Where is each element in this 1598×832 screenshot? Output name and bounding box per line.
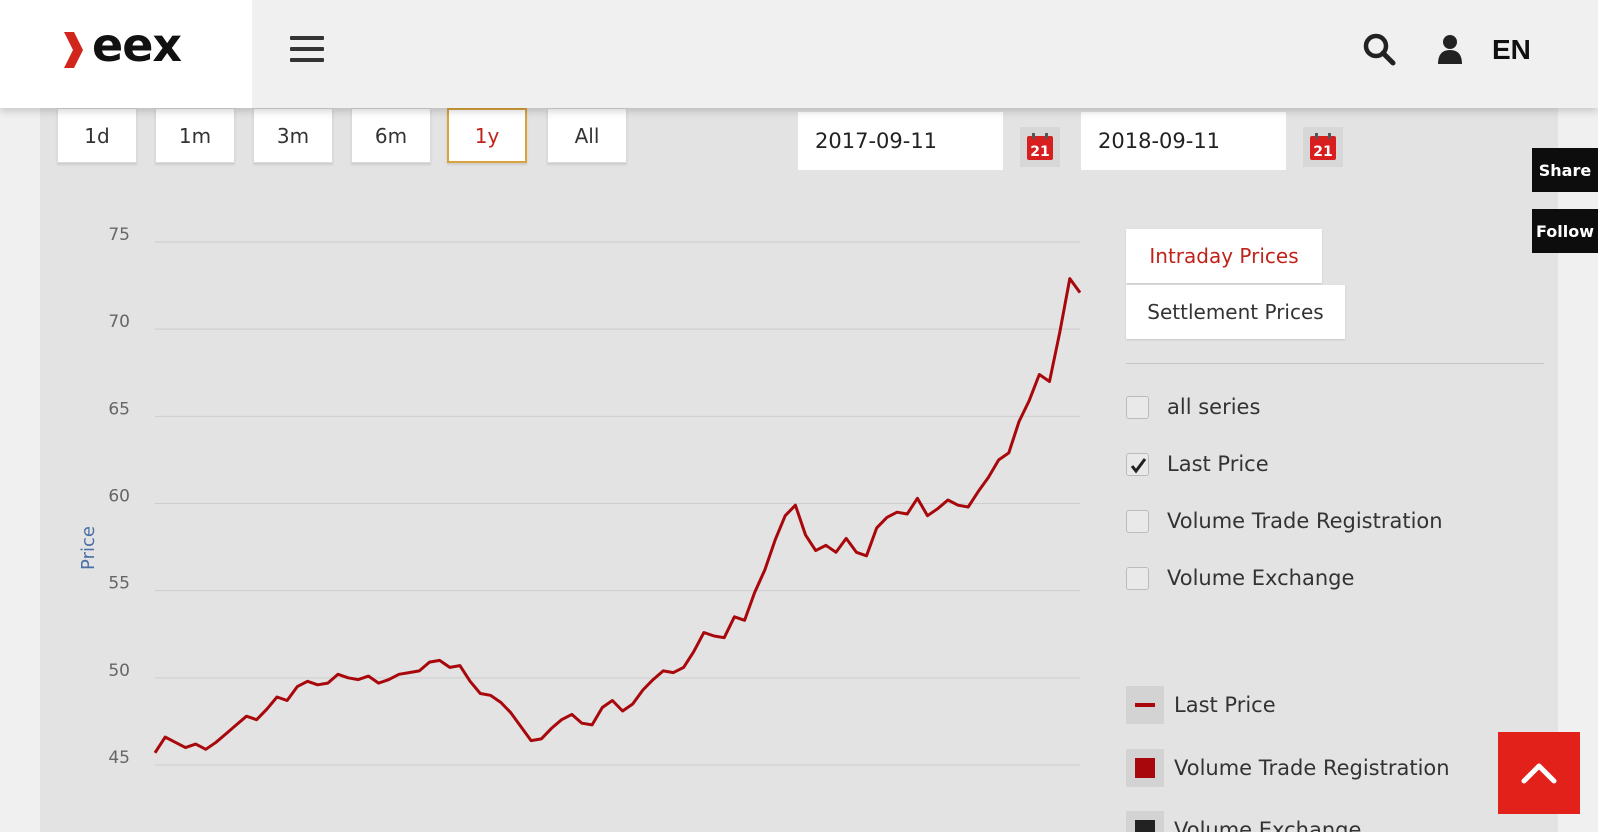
y-tick-label: 75 — [108, 225, 130, 245]
svg-text:21: 21 — [1313, 144, 1332, 160]
toggle-label: all series — [1167, 395, 1261, 419]
range-button-1d[interactable]: 1d — [57, 108, 137, 163]
date-to-input[interactable]: 2018-09-11 — [1081, 112, 1286, 170]
legend-item-volume-trade-registration[interactable]: Volume Trade Registration — [1126, 748, 1450, 788]
legend-item-last-price[interactable]: Last Price — [1126, 685, 1276, 725]
chevron-up-icon — [1521, 763, 1557, 784]
legend-item-volume-exchange[interactable]: Volume Exchange — [1126, 810, 1361, 832]
range-button-3m[interactable]: 3m — [253, 108, 333, 163]
legend-square-swatch — [1126, 749, 1164, 787]
checkbox[interactable] — [1126, 395, 1149, 419]
price-chart: 75 70 65 60 55 50 45 Price — [78, 225, 1082, 768]
language-switch[interactable]: EN — [1492, 34, 1531, 66]
y-tick-label: 50 — [108, 661, 130, 681]
logo-text: eex — [92, 18, 182, 72]
range-button-all[interactable]: All — [547, 108, 627, 163]
toggle-last-price[interactable]: Last Price — [1126, 449, 1269, 479]
toggle-label: Volume Exchange — [1167, 566, 1355, 590]
y-tick-label: 60 — [108, 487, 130, 507]
site-header: eex EN — [0, 0, 1598, 108]
svg-text:21: 21 — [1030, 144, 1049, 160]
share-button[interactable]: Share — [1532, 148, 1598, 192]
checkbox-checked[interactable] — [1126, 452, 1149, 476]
follow-button[interactable]: Follow — [1532, 209, 1598, 253]
menu-icon[interactable] — [290, 36, 324, 64]
date-from-input[interactable]: 2017-09-11 — [798, 112, 1003, 170]
search-icon[interactable] — [1362, 32, 1396, 66]
toggle-all-series[interactable]: all series — [1126, 392, 1260, 422]
y-tick-label: 55 — [108, 574, 130, 594]
checkmark-icon — [1130, 457, 1147, 473]
toggle-volume-exchange[interactable]: Volume Exchange — [1126, 563, 1354, 593]
series-line-last-price — [153, 277, 1082, 754]
y-tick-label: 45 — [108, 748, 130, 768]
legend-label: Volume Exchange — [1174, 818, 1362, 832]
toggle-label: Volume Trade Registration — [1167, 509, 1443, 533]
range-button-1m[interactable]: 1m — [155, 108, 235, 163]
logo-chevron-icon — [64, 32, 83, 68]
logo[interactable]: eex — [0, 0, 252, 108]
user-icon[interactable] — [1436, 34, 1464, 64]
calendar-to-icon: 21 — [1310, 133, 1336, 160]
range-button-6m[interactable]: 6m — [351, 108, 431, 163]
legend-label: Volume Trade Registration — [1174, 756, 1450, 780]
scroll-to-top-button[interactable] — [1498, 732, 1580, 814]
calendar-icon[interactable]: 21 — [1020, 127, 1060, 167]
y-tick-label: 70 — [108, 312, 130, 332]
checkbox[interactable] — [1126, 566, 1149, 590]
logo-wordmark: eex — [92, 18, 182, 72]
range-button-1y[interactable]: 1y — [447, 108, 527, 163]
checkbox[interactable] — [1126, 509, 1149, 533]
toggle-volume-trade-registration[interactable]: Volume Trade Registration — [1126, 506, 1443, 536]
tab-settlement-prices[interactable]: Settlement Prices — [1126, 285, 1345, 339]
y-axis-label: Price — [78, 526, 99, 570]
calendar-icon[interactable]: 21 — [1303, 127, 1343, 167]
legend-label: Last Price — [1174, 693, 1276, 717]
legend-square-swatch — [1126, 811, 1164, 832]
legend-line-swatch — [1126, 686, 1164, 724]
toggle-label: Last Price — [1167, 452, 1269, 476]
divider — [1126, 363, 1544, 364]
y-tick-label: 65 — [108, 399, 130, 419]
tab-intraday-prices[interactable]: Intraday Prices — [1126, 229, 1322, 283]
calendar-from-icon: 21 — [1027, 133, 1053, 160]
